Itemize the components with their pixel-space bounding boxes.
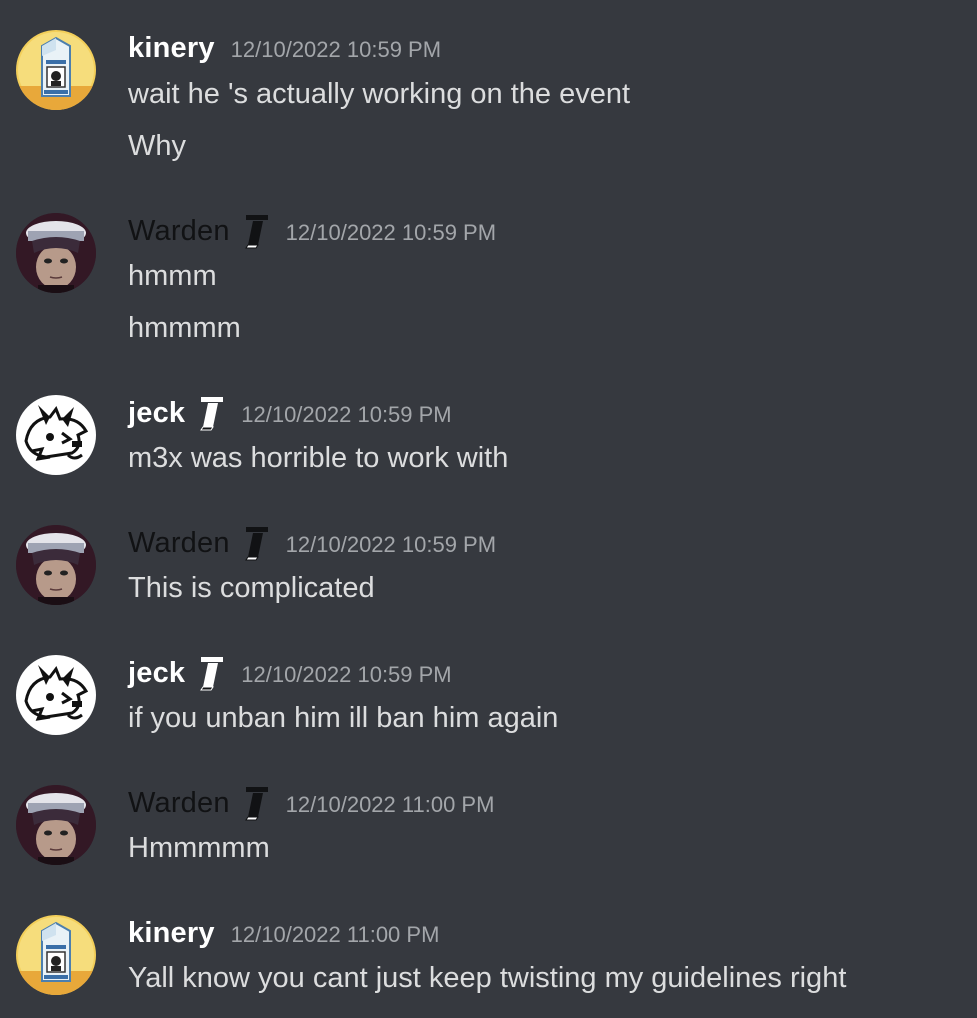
milk-carton-avatar — [16, 915, 96, 995]
message-header: jeck 12/10/2022 10:59 PM — [128, 653, 452, 693]
avatar[interactable] — [16, 525, 96, 605]
tool-badge-icon — [200, 657, 224, 691]
avatar[interactable] — [16, 785, 96, 865]
timestamp[interactable]: 12/10/2022 11:00 PM — [286, 792, 495, 818]
timestamp[interactable]: 12/10/2022 10:59 PM — [286, 220, 496, 246]
message-group: jeck 12/10/2022 10:59 PM m3x was horribl… — [0, 393, 977, 483]
message-group: kinery 12/10/2022 10:59 PM wait he 's ac… — [0, 28, 977, 168]
message-group: Warden 12/10/2022 11:00 PM Hmmmmm — [0, 783, 977, 873]
cartoon-dog-avatar — [16, 655, 96, 735]
username[interactable]: Warden — [128, 215, 230, 248]
tool-badge-icon — [244, 215, 268, 249]
message-text: wait he 's actually working on the event — [128, 78, 631, 110]
message-header: jeck 12/10/2022 10:59 PM — [128, 393, 452, 433]
milk-carton-avatar — [16, 30, 96, 110]
message-text: m3x was horrible to work with — [128, 442, 509, 474]
timestamp[interactable]: 12/10/2022 11:00 PM — [231, 922, 440, 948]
message-group: kinery 12/10/2022 11:00 PM Yall know you… — [0, 913, 977, 1003]
username[interactable]: kinery — [128, 917, 215, 950]
message-header: Warden 12/10/2022 10:59 PM — [128, 211, 496, 251]
message-header: kinery 12/10/2022 10:59 PM — [128, 28, 441, 68]
message-text: This is complicated — [128, 572, 375, 604]
message-header: kinery 12/10/2022 11:00 PM — [128, 913, 439, 953]
username[interactable]: jeck — [128, 397, 185, 430]
timestamp[interactable]: 12/10/2022 10:59 PM — [241, 662, 451, 688]
anime-character-avatar — [16, 785, 96, 865]
username[interactable]: Warden — [128, 527, 230, 560]
message-text: if you unban him ill ban him again — [128, 702, 559, 734]
avatar[interactable] — [16, 30, 96, 110]
avatar[interactable] — [16, 213, 96, 293]
message-group: Warden 12/10/2022 10:59 PM This is compl… — [0, 523, 977, 613]
tool-badge-icon — [200, 397, 224, 431]
tool-badge-icon — [244, 527, 268, 561]
message-group: jeck 12/10/2022 10:59 PM if you unban hi… — [0, 653, 977, 743]
message-text: Why — [128, 130, 186, 162]
avatar[interactable] — [16, 915, 96, 995]
timestamp[interactable]: 12/10/2022 10:59 PM — [286, 532, 496, 558]
message-header: Warden 12/10/2022 10:59 PM — [128, 523, 496, 563]
tool-badge-icon — [244, 787, 268, 821]
anime-character-avatar — [16, 525, 96, 605]
username[interactable]: kinery — [128, 32, 215, 65]
message-text: Yall know you cant just keep twisting my… — [128, 962, 847, 994]
message-text: hmmm — [128, 260, 217, 292]
cartoon-dog-avatar — [16, 395, 96, 475]
username[interactable]: jeck — [128, 657, 185, 690]
anime-character-avatar — [16, 213, 96, 293]
avatar[interactable] — [16, 655, 96, 735]
username[interactable]: Warden — [128, 787, 230, 820]
message-group: Warden 12/10/2022 10:59 PM hmmm hmmmm — [0, 211, 977, 351]
message-text: Hmmmmm — [128, 832, 270, 864]
avatar[interactable] — [16, 395, 96, 475]
timestamp[interactable]: 12/10/2022 10:59 PM — [231, 37, 441, 63]
message-header: Warden 12/10/2022 11:00 PM — [128, 783, 494, 823]
timestamp[interactable]: 12/10/2022 10:59 PM — [241, 402, 451, 428]
message-text: hmmmm — [128, 312, 241, 344]
